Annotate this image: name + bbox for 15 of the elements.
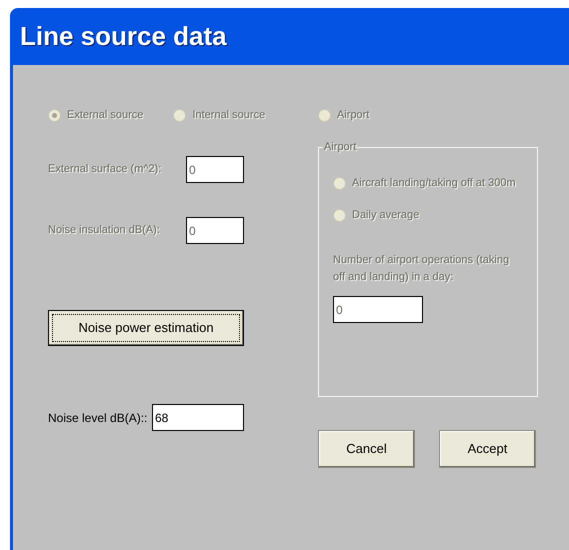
field-label: Noise level dB(A):: bbox=[48, 410, 148, 426]
field-label: Noise insulation dB(A): bbox=[48, 223, 161, 238]
radio-label: External source bbox=[67, 108, 144, 122]
radio-label: Internal source bbox=[192, 108, 266, 122]
dialog-button[interactable]: Accept bbox=[439, 430, 536, 468]
radio-label: Aircraft landing/taking off at 300m bbox=[352, 176, 516, 190]
noise-power-estimation-button[interactable]: Noise power estimation bbox=[48, 310, 244, 346]
window-title: Line source data bbox=[19, 20, 228, 53]
field-label: External surface (m^2): bbox=[48, 162, 162, 178]
radio-label: Daily average bbox=[352, 208, 420, 222]
input-field[interactable]: 68 bbox=[152, 404, 244, 431]
dialog-button[interactable]: Cancel bbox=[318, 430, 415, 468]
operations-label: Number of airport operations (taking off and landing) in a day: bbox=[333, 253, 510, 285]
group-title: Airport bbox=[323, 140, 358, 154]
radio-label: Airport bbox=[337, 108, 370, 122]
